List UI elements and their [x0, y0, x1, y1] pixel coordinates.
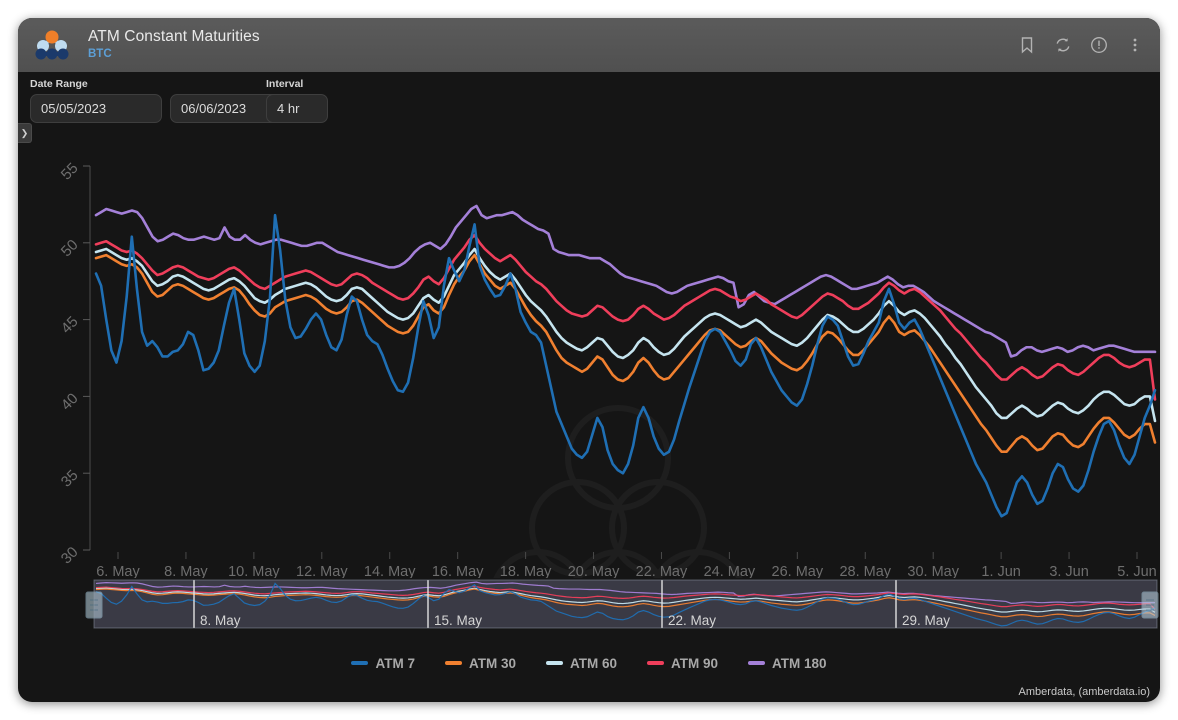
- watermark-logo: [492, 408, 744, 578]
- legend-label: ATM 60: [570, 656, 617, 671]
- legend-swatch-icon: [351, 661, 368, 665]
- attribution-text: Amberdata, (amberdata.io): [1019, 686, 1150, 698]
- legend-item-atm-7[interactable]: ATM 7: [351, 656, 415, 671]
- y-tick-label: 45: [58, 313, 82, 337]
- date-range-group: Date Range 05/05/2023 06/06/2023: [30, 78, 302, 123]
- legend-label: ATM 180: [772, 656, 827, 671]
- page-title: ATM Constant Maturities: [88, 28, 260, 46]
- y-tick-label: 55: [58, 160, 82, 184]
- series-line-atm-180: [96, 206, 1155, 357]
- navigator-tick-label: 8. May: [200, 613, 241, 628]
- legend-item-atm-60[interactable]: ATM 60: [546, 656, 617, 671]
- navigator-tick-label: 22. May: [668, 613, 716, 628]
- header-actions: [1018, 36, 1144, 54]
- y-tick-label: 30: [58, 544, 82, 568]
- y-tick-label: 50: [58, 236, 82, 260]
- interval-label: Interval: [266, 78, 328, 90]
- legend-item-atm-90[interactable]: ATM 90: [647, 656, 718, 671]
- y-tick-label: 40: [58, 390, 82, 414]
- series-line-atm-60: [96, 249, 1155, 421]
- interval-select[interactable]: 4 hr: [266, 94, 328, 123]
- series-line-atm-90: [96, 235, 1155, 399]
- app-header: ATM Constant Maturities BTC: [18, 18, 1160, 72]
- legend-label: ATM 7: [375, 656, 415, 671]
- main-chart: 3035404550556. May8. May10. May12. May14…: [18, 138, 1160, 578]
- date-start-input[interactable]: 05/05/2023: [30, 94, 162, 123]
- legend-swatch-icon: [445, 661, 462, 665]
- bookmark-icon[interactable]: [1018, 36, 1036, 54]
- navigator-handle-right[interactable]: [1142, 592, 1158, 618]
- info-icon[interactable]: [1090, 36, 1108, 54]
- legend-swatch-icon: [647, 661, 664, 665]
- amberdata-molecule-logo: [30, 27, 74, 63]
- page-subtitle: BTC: [88, 48, 260, 61]
- range-navigator[interactable]: 8. May 15. May 22. May 29. May: [18, 574, 1160, 644]
- legend-item-atm-30[interactable]: ATM 30: [445, 656, 516, 671]
- chart-canvas: 3035404550556. May8. May10. May12. May14…: [18, 138, 1160, 578]
- navigator-tick-label: 29. May: [902, 613, 950, 628]
- navigator-canvas[interactable]: 8. May 15. May 22. May 29. May: [18, 574, 1160, 644]
- legend-item-atm-180[interactable]: ATM 180: [748, 656, 827, 671]
- legend-label: ATM 30: [469, 656, 516, 671]
- controls-bar: Date Range 05/05/2023 06/06/2023 Interva…: [18, 72, 1160, 138]
- date-range-label: Date Range: [30, 78, 302, 90]
- navigator-tick-label: 15. May: [434, 613, 482, 628]
- series-line-atm-7: [96, 215, 1155, 516]
- legend-swatch-icon: [546, 661, 563, 665]
- legend-swatch-icon: [748, 661, 765, 665]
- refresh-icon[interactable]: [1054, 36, 1072, 54]
- interval-group: Interval 4 hr: [266, 78, 328, 123]
- dashboard-window: ATM Constant Maturities BTC: [18, 18, 1160, 702]
- more-vertical-icon[interactable]: [1126, 36, 1144, 54]
- header-titles: ATM Constant Maturities BTC: [88, 28, 260, 61]
- chart-legend: ATM 7 ATM 30 ATM 60 ATM 90 ATM 180: [18, 648, 1160, 678]
- y-tick-label: 35: [58, 467, 82, 491]
- legend-label: ATM 90: [671, 656, 718, 671]
